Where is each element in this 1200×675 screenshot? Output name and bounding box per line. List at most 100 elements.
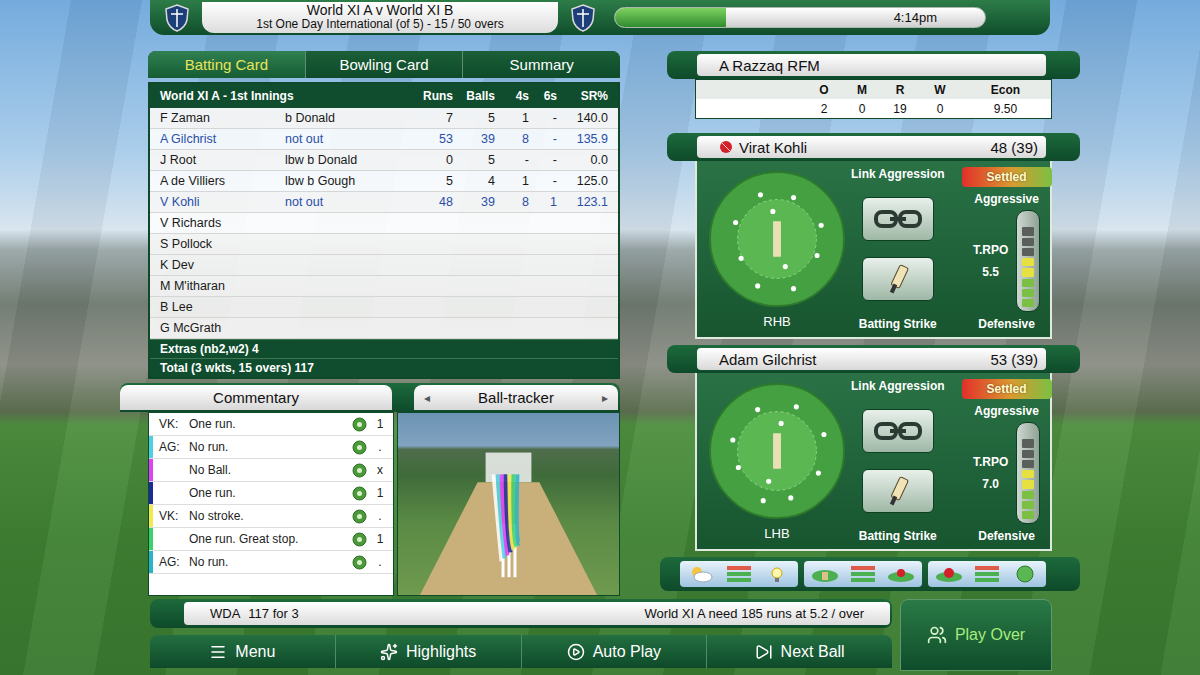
replay-ball-icon[interactable] [352, 463, 367, 478]
players-icon [927, 625, 947, 645]
fielder-dot[interactable] [736, 464, 741, 469]
team-shield-icon [162, 3, 192, 33]
commentary-row[interactable]: VK:One run.1 [149, 413, 393, 436]
aggression-column: SettledAggressiveT.RPO5.5Defensive [945, 167, 1069, 331]
fielder-dot[interactable] [821, 431, 826, 436]
play-over-button[interactable]: Play Over [900, 599, 1052, 671]
team-shield-icon [568, 3, 598, 33]
fielder-dot[interactable] [770, 208, 775, 213]
batting-row[interactable]: J Rootlbw b Donald05--0.0 [150, 150, 618, 171]
fours: 8 [501, 132, 535, 146]
replay-ball-icon[interactable] [352, 440, 367, 455]
batting-strike-button[interactable] [862, 469, 934, 513]
commentary-row[interactable]: One run.1 [149, 482, 393, 505]
card-tab[interactable]: Batting Card [148, 51, 306, 78]
fielder-dot[interactable] [755, 283, 760, 288]
nav-icon [755, 643, 773, 661]
batting-row[interactable]: B Lee [150, 297, 618, 318]
batting-row[interactable]: M M'itharan [150, 276, 618, 297]
commentary-row[interactable]: One run. Great stop.1 [149, 528, 393, 551]
link-aggression-button[interactable] [862, 197, 934, 241]
batsman-name: K Dev [160, 258, 285, 272]
fielder-dot[interactable] [779, 420, 784, 425]
fielder-dot[interactable] [819, 222, 824, 227]
field-placement-diagram[interactable] [708, 382, 846, 520]
batting-row[interactable]: V Kohlinot out483981123.1 [150, 192, 618, 213]
meter-bar [975, 572, 999, 576]
nav-label: Auto Play [593, 643, 661, 661]
batting-row[interactable]: A de Villierslbw b Gough541-125.0 [150, 171, 618, 192]
fielder-dot[interactable] [766, 478, 771, 483]
aggression-slider[interactable] [1016, 210, 1040, 312]
batting-row[interactable]: V Richards [150, 213, 618, 234]
commentary-row[interactable]: AG:No run.. [149, 436, 393, 459]
batting-row[interactable]: G McGrath [150, 318, 618, 339]
fielder-dot[interactable] [791, 195, 796, 200]
nav-button[interactable]: Next Ball [707, 635, 892, 668]
fielder-dot[interactable] [816, 470, 821, 475]
aggression-segment [1022, 470, 1034, 478]
commentary-row[interactable]: No Ball.x [149, 459, 393, 482]
batting-row[interactable]: A Gilchristnot out53398-135.9 [150, 129, 618, 150]
link-aggression-button[interactable] [862, 409, 934, 453]
column-header: SR% [563, 89, 614, 103]
condition-meter [727, 566, 751, 582]
fielder-dot[interactable] [814, 252, 819, 257]
dismissal: b Donald [285, 111, 415, 125]
batting-row[interactable]: K Dev [150, 255, 618, 276]
fielder-dot[interactable] [730, 437, 735, 442]
card-tab[interactable]: Summary [463, 51, 620, 78]
sixes: - [535, 111, 563, 125]
next-view-button[interactable]: ▸ [602, 391, 608, 405]
batting-row[interactable]: S Pollock [150, 234, 618, 255]
weather-condition[interactable] [680, 561, 798, 587]
ball-tracker-drawing [398, 413, 619, 595]
nav-label: Menu [235, 643, 275, 661]
batsman-score: 48 (39) [990, 139, 1038, 156]
replay-ball-icon[interactable] [352, 486, 367, 501]
commentary-row[interactable]: AG:No run.. [149, 551, 393, 574]
previous-view-button[interactable]: ◂ [424, 391, 430, 405]
field-placement-diagram[interactable] [708, 170, 846, 308]
batsman-score: 53 (39) [990, 351, 1038, 368]
nav-button[interactable]: Auto Play [522, 635, 708, 668]
commentary-row[interactable]: VK:No stroke.. [149, 505, 393, 528]
delivery-result: . [367, 440, 393, 454]
fielder-dot[interactable] [733, 219, 738, 224]
commentary-tab[interactable]: Commentary [120, 385, 392, 410]
delivery-color [149, 459, 153, 481]
aggression-segment [1022, 450, 1034, 458]
batting-row[interactable]: F Zamanb Donald751-140.0 [150, 108, 618, 129]
replay-ball-icon[interactable] [352, 417, 367, 432]
batting-strike-label: Batting Strike [859, 529, 937, 543]
replay-ball-icon[interactable] [352, 532, 367, 547]
fielder-dot[interactable] [794, 404, 799, 409]
stat-label: M [844, 83, 880, 97]
fielder-dot[interactable] [783, 264, 788, 269]
fielder-dot[interactable] [791, 286, 796, 291]
bottom-left: WDA117 for 3World XI A need 185 runs at … [150, 599, 892, 671]
pitch-icon [810, 564, 840, 584]
fielder-dot[interactable] [788, 495, 793, 500]
aggression-slider[interactable] [1016, 422, 1040, 524]
dismissal: lbw b Gough [285, 174, 415, 188]
stat-label: Econ [960, 83, 1051, 97]
ball-tracker-selector[interactable]: ◂Ball-tracker▸ [414, 385, 618, 410]
card-tab[interactable]: Bowling Card [306, 51, 464, 78]
condition-meter [851, 566, 875, 582]
replay-ball-icon[interactable] [352, 555, 367, 570]
fielder-dot[interactable] [755, 407, 760, 412]
extras-row: Extras (nb2,w2) 4 [150, 339, 618, 358]
status-bar: WDA117 for 3World XI A need 185 runs at … [150, 599, 892, 628]
match-name: World XI A v World XI B [307, 3, 454, 17]
card-tabs: Batting CardBowling CardSummary [148, 51, 620, 78]
nav-button[interactable]: Highlights [336, 635, 522, 668]
fielder-dot[interactable] [761, 498, 766, 503]
fielder-dot[interactable] [758, 192, 763, 197]
batting-strike-button[interactable] [862, 257, 934, 301]
replay-ball-icon[interactable] [352, 509, 367, 524]
nav-button[interactable]: Menu [150, 635, 336, 668]
ball-condition[interactable] [928, 561, 1046, 587]
pitch-condition[interactable] [804, 561, 922, 587]
fielder-dot[interactable] [739, 255, 744, 260]
